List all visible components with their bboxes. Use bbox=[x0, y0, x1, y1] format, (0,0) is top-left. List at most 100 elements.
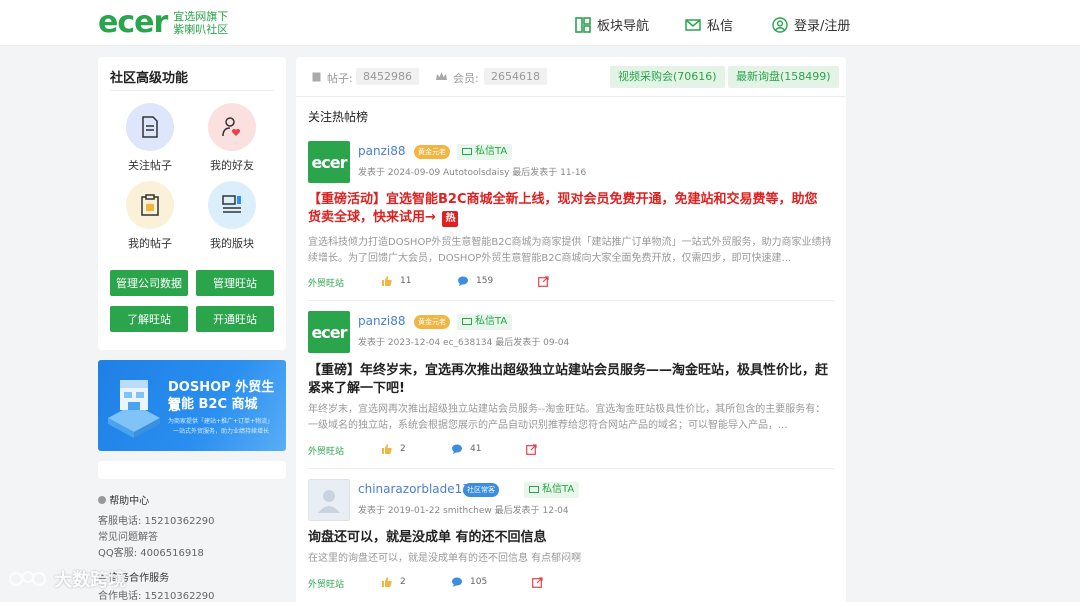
comment-button[interactable]: 159 bbox=[458, 276, 493, 286]
latest-inquiry-button[interactable]: 最新询盘(158499) bbox=[728, 66, 839, 88]
feature-my-friends[interactable]: 我的好友 bbox=[197, 103, 267, 173]
section-title: 关注热帖榜 bbox=[308, 110, 369, 124]
main-content: 帖子: 8452986 会员: 2654618 视频采购会(70616) 最新询… bbox=[296, 57, 846, 602]
crown-icon bbox=[436, 72, 447, 80]
watermark-logo-icon bbox=[9, 571, 46, 586]
post-item[interactable]: chinarazorblade137 社区常客 私信TA 发表于 2019-01… bbox=[308, 479, 835, 599]
nav-forum-label: 板块导航 bbox=[597, 19, 650, 34]
board-icon bbox=[208, 181, 256, 229]
nav-forum[interactable]: 板块导航 bbox=[575, 15, 649, 34]
document-icon bbox=[126, 103, 174, 151]
avatar-text: ecer bbox=[311, 152, 347, 172]
posts-count: 8452986 bbox=[356, 68, 419, 85]
manage-wangzhan-button[interactable]: 管理旺站 bbox=[196, 270, 274, 296]
nav-login[interactable]: 登录/注册 bbox=[772, 15, 850, 34]
nav-login-label: 登录/注册 bbox=[794, 19, 851, 34]
share-button[interactable] bbox=[538, 276, 557, 287]
private-message-button[interactable]: 私信TA bbox=[457, 314, 513, 330]
post-item[interactable]: ecer panzi88 黄金元老 私信TA 发表于 2023-12-04 ec… bbox=[308, 311, 835, 461]
username-link[interactable]: panzi88 bbox=[358, 144, 405, 158]
help-icon bbox=[98, 496, 106, 504]
private-message-button[interactable]: 私信TA bbox=[457, 144, 513, 160]
post-divider bbox=[308, 300, 835, 301]
like-count: 2 bbox=[400, 444, 406, 454]
category-tag[interactable]: 外贸旺站 bbox=[308, 444, 344, 457]
like-button[interactable]: 2 bbox=[382, 444, 406, 454]
logo-subtitle-line1: 宜选网旗下 bbox=[173, 10, 229, 23]
post-icon bbox=[312, 72, 321, 82]
username-link[interactable]: chinarazorblade137 bbox=[358, 482, 478, 496]
manage-company-data-button[interactable]: 管理公司数据 bbox=[110, 270, 188, 296]
post-title-link[interactable]: 询盘还可以，就是没成单 有的还不回信息 bbox=[308, 529, 830, 547]
post-excerpt: 宜选科技倾力打造DOSHOP外贸生意智能B2C商城为商家提供「建站推广订单物流」… bbox=[308, 237, 832, 264]
post-footer: 外贸旺站 2 105 bbox=[308, 577, 835, 591]
rank-badge: 黄金元老 bbox=[414, 145, 450, 159]
clipboard-icon bbox=[126, 181, 174, 229]
feature-label: 关注帖子 bbox=[128, 159, 172, 172]
post-footer: 外贸旺站 2 41 bbox=[308, 444, 835, 458]
learn-wangzhan-button[interactable]: 了解旺站 bbox=[110, 306, 188, 332]
user-icon bbox=[772, 16, 788, 33]
comment-count: 159 bbox=[476, 276, 494, 286]
private-message-button[interactable]: 私信TA bbox=[524, 482, 580, 498]
post-footer: 外贸旺站 11 159 bbox=[308, 276, 835, 290]
share-icon bbox=[538, 276, 549, 287]
like-button[interactable]: 11 bbox=[382, 276, 411, 286]
share-icon bbox=[526, 444, 537, 455]
open-wangzhan-button[interactable]: 开通旺站 bbox=[196, 306, 274, 332]
watermark-text: 大数跨境 bbox=[54, 570, 127, 591]
site-logo[interactable]: ecer 宜选网旗下 紫喇叭社区 bbox=[98, 8, 228, 38]
thumbs-up-icon bbox=[382, 276, 392, 286]
post-item[interactable]: ecer panzi88 黄金元老 私信TA 发表于 2024-09-09 Au… bbox=[308, 141, 835, 291]
post-title-link[interactable]: 【重磅活动】宜选智能B2C商城全新上线，现对会员免费开通，免建站和交易费等，助您… bbox=[308, 191, 830, 227]
comment-button[interactable]: 41 bbox=[452, 444, 481, 454]
post-meta: 发表于 2024-09-09 Autotoolsdaisy 最后发表于 11-1… bbox=[358, 168, 587, 178]
avatar[interactable]: ecer bbox=[308, 311, 350, 353]
post-meta: 发表于 2023-12-04 ec_638134 最后发表于 09-04 bbox=[358, 338, 570, 348]
thumbs-up-icon bbox=[382, 577, 392, 587]
divider bbox=[110, 90, 274, 91]
rank-badge: 社区常客 bbox=[463, 483, 499, 497]
thumbs-up-icon bbox=[382, 444, 392, 454]
share-button[interactable] bbox=[532, 577, 551, 588]
shop-illustration-icon bbox=[108, 380, 160, 438]
nav-messages[interactable]: 私信 bbox=[685, 15, 733, 34]
feature-followed-posts[interactable]: 关注帖子 bbox=[115, 103, 185, 173]
pm-label: 私信TA bbox=[542, 484, 575, 495]
banner-title-2: 智能 B2C 商城 bbox=[168, 397, 258, 412]
blank-card bbox=[98, 461, 286, 479]
panel-title: 社区高级功能 bbox=[110, 71, 189, 86]
category-tag[interactable]: 外贸旺站 bbox=[308, 577, 344, 590]
comment-icon bbox=[452, 444, 462, 454]
feature-my-posts[interactable]: 我的帖子 bbox=[115, 181, 185, 251]
avatar-text: ecer bbox=[311, 322, 347, 342]
mail-icon bbox=[462, 148, 472, 155]
mail-icon bbox=[529, 486, 539, 493]
comment-button[interactable]: 105 bbox=[452, 577, 487, 587]
post-divider bbox=[308, 468, 835, 469]
feature-my-boards[interactable]: 我的版块 bbox=[197, 181, 267, 251]
feature-label: 我的帖子 bbox=[128, 237, 172, 250]
advanced-features-panel: 社区高级功能 关注帖子 我的好友 我的帖子 我的版块 管理公司数据 管理旺站 了… bbox=[98, 57, 286, 350]
hot-badge: 热 bbox=[442, 211, 459, 227]
comment-icon bbox=[452, 577, 462, 587]
share-icon bbox=[532, 577, 543, 588]
category-tag[interactable]: 外贸旺站 bbox=[308, 276, 344, 289]
pm-label: 私信TA bbox=[475, 316, 508, 327]
like-button[interactable]: 2 bbox=[382, 577, 406, 587]
share-button[interactable] bbox=[526, 444, 545, 455]
banner-subtitle-1: 为商家提供「建站+推广+订单+物流」 bbox=[168, 418, 274, 425]
doshop-banner[interactable]: DOSHOP 外贸生意 智能 B2C 商城 为商家提供「建站+推广+订单+物流」… bbox=[98, 360, 286, 451]
help-faq-link[interactable]: 常见问题解答 bbox=[98, 528, 158, 543]
help-phone: 客服电话: 15210362290 bbox=[98, 516, 215, 527]
post-title-link[interactable]: 【重磅】年终岁末，宜选再次推出超级独立站建站会员服务——淘金旺站，极具性价比，赶… bbox=[308, 362, 830, 398]
post-excerpt: 年终岁末，宜选网再次推出超级独立站建站会员服务--淘金旺站。宜选淘金旺站极具性价… bbox=[308, 404, 826, 431]
feature-label: 我的好友 bbox=[210, 159, 254, 172]
avatar[interactable]: ecer bbox=[308, 141, 350, 183]
avatar[interactable] bbox=[308, 479, 350, 521]
help-title-label: 帮助中心 bbox=[109, 496, 150, 507]
video-purchase-button[interactable]: 视频采购会(70616) bbox=[610, 66, 725, 88]
logo-subtitle: 宜选网旗下 紫喇叭社区 bbox=[173, 10, 228, 36]
top-header: ecer 宜选网旗下 紫喇叭社区 板块导航 私信 登录/注册 bbox=[0, 0, 1080, 46]
username-link[interactable]: panzi88 bbox=[358, 314, 405, 328]
